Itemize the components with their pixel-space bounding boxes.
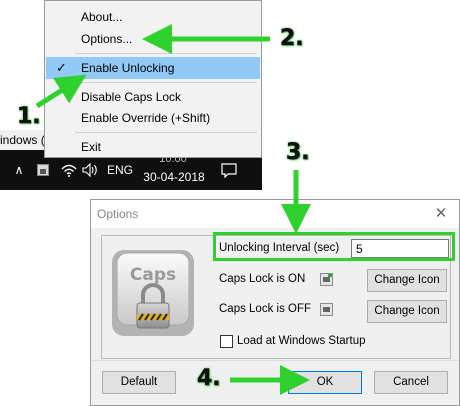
dialog-titlebar[interactable]: Options ✕	[91, 200, 459, 228]
menu-separator	[75, 132, 257, 133]
load-at-startup-checkbox[interactable]	[220, 335, 233, 348]
menu-item-enable-override[interactable]: Enable Override (+Shift)	[46, 107, 260, 129]
caps-on-preview-icon	[320, 273, 333, 286]
menu-separator	[75, 53, 257, 54]
menu-item-about[interactable]: About...	[46, 6, 260, 28]
caps-off-label: Caps Lock is OFF	[219, 303, 312, 315]
menu-item-exit[interactable]: Exit	[46, 136, 260, 158]
clock-date[interactable]: 30-04-2018	[140, 168, 208, 186]
menu-item-label: Enable Override (+Shift)	[81, 111, 211, 125]
step-2-label: 2.	[280, 26, 304, 52]
caps-key-label: Caps	[130, 265, 176, 285]
load-at-startup-label[interactable]: Load at Windows Startup	[237, 335, 366, 347]
menu-item-options[interactable]: Options...	[46, 28, 260, 50]
caps-on-label: Caps Lock is ON	[219, 273, 306, 285]
menu-item-label: Exit	[81, 140, 102, 154]
step-3-label: 3.	[286, 140, 310, 166]
tray-screenshot: indows (C ∧ ENG 10:00 30-04-2018 About..…	[0, 0, 262, 190]
menu-item-label: Options...	[81, 32, 133, 46]
menu-item-label: Enable Unlocking	[81, 61, 175, 75]
change-icon-on-button[interactable]: Change Icon	[367, 269, 447, 292]
caps-off-preview-icon	[320, 303, 333, 316]
menu-separator	[75, 82, 257, 83]
menu-item-disable-caps-lock[interactable]: Disable Caps Lock	[46, 86, 260, 108]
menu-item-label: Disable Caps Lock	[81, 90, 182, 104]
caps-key-lock-icon: Caps	[112, 250, 194, 336]
check-icon: ✓	[56, 60, 67, 75]
menu-item-label: About...	[81, 10, 123, 24]
change-icon-off-button[interactable]: Change Icon	[367, 300, 447, 323]
menu-item-enable-unlocking[interactable]: ✓ Enable Unlocking	[46, 57, 260, 79]
options-dialog: Options ✕ Caps Unlocking Interval (sec) …	[90, 199, 460, 406]
step-1-label: 1.	[17, 104, 41, 130]
chevron-up-icon[interactable]: ∧	[8, 150, 30, 190]
dialog-title: Options	[97, 207, 139, 221]
cancel-button[interactable]: Cancel	[374, 371, 448, 394]
close-icon[interactable]: ✕	[431, 204, 451, 224]
highlight-box	[213, 232, 455, 261]
step-4-label: 4.	[197, 366, 221, 392]
default-button[interactable]: Default	[102, 371, 176, 394]
ok-button[interactable]: OK	[288, 371, 362, 394]
tray-context-menu: About... Options... ✓ Enable Unlocking D…	[44, 0, 262, 158]
dialog-divider	[91, 360, 459, 361]
